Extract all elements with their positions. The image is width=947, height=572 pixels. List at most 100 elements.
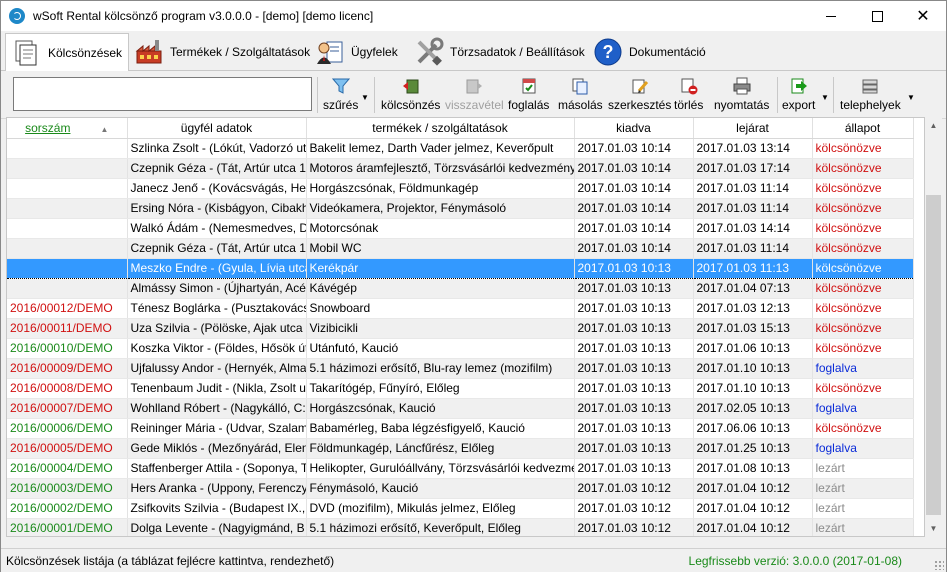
cell-lejarat: 2017.01.04 10:12 (693, 478, 813, 499)
factory-icon (135, 40, 162, 64)
table-row[interactable]: 2016/00002/DEMO Zsifkovits Szilvia - (Bud… (7, 498, 914, 519)
cell-allapot: foglalva (812, 358, 914, 379)
cell-sorszam: 2016/00004/DEMO (7, 458, 128, 479)
table-row[interactable]: 2016/00003/DEMO Hers Aranka - (Uppony, Fe… (7, 478, 914, 499)
table-row[interactable]: Almássy Simon - (Újhartyán, Acé Kávégép 20… (7, 278, 914, 299)
table-row[interactable]: 2016/00007/DEMO Wohlland Róbert - (Nagyká… (7, 398, 914, 419)
cell-sorszam: 2016/00003/DEMO (7, 478, 128, 499)
table-row[interactable]: Meszko Endre - (Gyula, Lívia utca Kerékpá… (7, 257, 914, 279)
filter-dropdown-icon[interactable]: ▼ (361, 93, 369, 102)
documents-icon (15, 40, 37, 66)
tab-dokumentacio[interactable]: ? Dokumentáció (587, 33, 712, 71)
cell-sorszam: 2016/00010/DEMO (7, 338, 128, 359)
table-row[interactable]: 2016/00011/DEMO Uza Szilvia - (Pölöske, A… (7, 318, 914, 339)
scroll-down-icon[interactable]: ▼ (925, 520, 942, 537)
table-row[interactable]: Czepnik Géza - (Tát, Artúr utca 14 Mobil … (7, 238, 914, 259)
cell-termekek: Fénymásoló, Kaució (306, 478, 575, 499)
pencil-icon (632, 79, 648, 94)
table-row[interactable]: 2016/00009/DEMO Ujfalussy Andor - (Hernyé… (7, 358, 914, 379)
cell-allapot: kölcsönözve (812, 198, 914, 219)
table-row[interactable]: Janecz Jenő - (Kovácsvágás, Hegy Horgászc… (7, 178, 914, 199)
return-button[interactable]: visszavétel (445, 75, 504, 115)
close-button[interactable]: ✕ (900, 1, 946, 31)
search-input[interactable] (13, 77, 312, 111)
cell-ugyfel: Reininger Mária - (Udvar, Szalam (127, 418, 307, 439)
cell-sorszam (7, 198, 128, 219)
table-row[interactable]: 2016/00006/DEMO Reininger Mária - (Udvar,… (7, 418, 914, 439)
cell-allapot: kölcsönözve (812, 158, 914, 179)
cell-termekek: Vizibicikli (306, 318, 575, 339)
tab-ugyfelek[interactable]: Ügyfelek (309, 33, 404, 71)
cell-termekek: Horgászcsónak, Földmunkagép (306, 178, 575, 199)
cell-termekek: 5.1 házimozi erősítő, Blu-ray lemez (moz… (306, 358, 575, 379)
cell-allapot: foglalva (812, 438, 914, 459)
tab-kolcsonzesek[interactable]: Kölcsönzések (5, 33, 130, 72)
rent-button[interactable]: kölcsönzés (381, 75, 440, 115)
column-header-kiadva[interactable]: kiadva (574, 118, 694, 139)
table-row[interactable]: 2016/00012/DEMO Ténesz Boglárka - (Puszta… (7, 298, 914, 319)
cell-sorszam (7, 218, 128, 239)
app-window: wSoft Rental kölcsönző program v3.0.0.0 … (0, 0, 947, 572)
cell-kiadva: 2017.01.03 10:13 (574, 458, 694, 479)
cell-kiadva: 2017.01.03 10:13 (574, 298, 694, 319)
cell-allapot: lezárt (812, 478, 914, 499)
copy-button[interactable]: másolás (558, 75, 603, 115)
cell-termekek: Motoros áramfejlesztő, Törzsvásárlói ked… (306, 158, 575, 179)
app-logo-icon (9, 8, 25, 24)
maximize-button[interactable] (854, 1, 900, 31)
cell-termekek: Bakelit lemez, Darth Vader jelmez, Kever… (306, 138, 575, 159)
book-button[interactable]: foglalás (508, 75, 549, 115)
minimize-button[interactable] (808, 1, 854, 31)
export-button[interactable]: export (782, 75, 815, 115)
person-card-icon (317, 41, 343, 64)
table-row[interactable]: 2016/00004/DEMO Staffenberger Attila - (S… (7, 458, 914, 479)
cell-kiadva: 2017.01.03 10:14 (574, 178, 694, 199)
delete-icon (681, 78, 698, 95)
window-title: wSoft Rental kölcsönző program v3.0.0.0 … (33, 9, 374, 23)
print-button[interactable]: nyomtatás (714, 75, 769, 115)
column-header-allapot[interactable]: állapot (812, 118, 914, 139)
table-row[interactable]: 2016/00008/DEMO Tenenbaum Judit - (Nikla,… (7, 378, 914, 399)
edit-button[interactable]: szerkesztés (608, 75, 671, 115)
book-icon (522, 78, 536, 94)
table-row[interactable]: Czepnik Géza - (Tát, Artúr utca 14 Motoro… (7, 158, 914, 179)
table-header: sorszám ▲ ügyfél adatok termékek / szolgá… (7, 118, 914, 139)
cell-sorszam (7, 278, 128, 299)
table-row[interactable]: Ersing Nóra - (Kisbágyon, Cibakh Videókam… (7, 198, 914, 219)
sites-button[interactable]: telephelyek (840, 75, 901, 115)
cell-kiadva: 2017.01.03 10:13 (574, 278, 694, 299)
rentals-table: sorszám ▲ ügyfél adatok termékek / szolgá… (6, 117, 925, 537)
cell-kiadva: 2017.01.03 10:14 (574, 198, 694, 219)
table-row[interactable]: 2016/00010/DEMO Koszka Viktor - (Földes, … (7, 338, 914, 359)
vertical-scrollbar[interactable]: ▲ ▼ (925, 117, 942, 537)
window-controls: ✕ (808, 1, 946, 31)
table-row[interactable]: Szlinka Zsolt - (Lókút, Vadorzó ut Bakeli… (7, 138, 914, 159)
printer-icon (733, 77, 751, 95)
cell-kiadva: 2017.01.03 10:13 (574, 418, 694, 439)
filter-label: szűrés (323, 98, 359, 112)
column-header-termekek[interactable]: termékek / szolgáltatások (306, 118, 575, 139)
tab-label: Dokumentáció (629, 45, 706, 59)
cell-termekek: Helikopter, Gurulóállvány, Törzsvásárlói… (306, 458, 575, 479)
scroll-thumb[interactable] (926, 195, 941, 515)
return-icon (466, 79, 483, 94)
filter-button[interactable]: szűrés (323, 75, 358, 115)
column-header-lejarat[interactable]: lejárat (693, 118, 813, 139)
table-row[interactable]: Walkó Ádám - (Nemesmedves, D Motorcsónak 2… (7, 218, 914, 239)
export-dropdown-icon[interactable]: ▼ (821, 93, 829, 102)
table-row[interactable]: 2016/00001/DEMO Dolga Levente - (Nagyigmá… (7, 518, 914, 536)
table-row[interactable]: 2016/00005/DEMO Gede Miklós - (Mezőnyárád… (7, 438, 914, 459)
resize-grip-icon[interactable] (934, 560, 944, 570)
sites-dropdown-icon[interactable]: ▼ (907, 93, 915, 102)
scroll-up-icon[interactable]: ▲ (925, 117, 942, 134)
tab-torzsadatok[interactable]: Törzsadatok / Beállítások (408, 33, 591, 71)
column-header-sorszam[interactable]: sorszám ▲ (7, 118, 128, 139)
cell-kiadva: 2017.01.03 10:13 (574, 378, 694, 399)
title-bar: wSoft Rental kölcsönző program v3.0.0.0 … (1, 1, 946, 31)
delete-button[interactable]: törlés (674, 75, 703, 115)
tab-termekek[interactable]: Termékek / Szolgáltatások (128, 33, 316, 71)
cell-sorszam: 2016/00009/DEMO (7, 358, 128, 379)
cell-allapot: kölcsönözve (812, 138, 914, 159)
column-header-ugyfel[interactable]: ügyfél adatok (127, 118, 307, 139)
cell-lejarat: 2017.01.03 11:14 (693, 178, 813, 199)
